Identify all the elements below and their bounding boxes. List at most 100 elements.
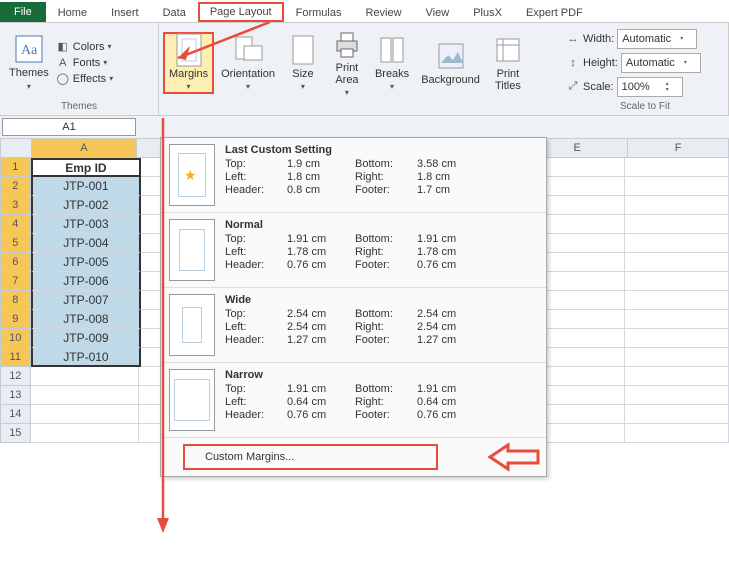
cell[interactable]: JTP-004 (31, 234, 142, 253)
cell[interactable] (625, 234, 729, 253)
margins-option-normal[interactable]: Normal Top:1.91 cmBottom:1.91 cm Left:1.… (161, 213, 546, 287)
margins-icon (173, 34, 205, 66)
tab-home[interactable]: Home (46, 4, 99, 22)
width-select[interactable]: Automatic▾ (617, 29, 697, 49)
scale-label: Scale: (583, 81, 614, 93)
cell[interactable]: JTP-001 (31, 177, 142, 196)
colors-button[interactable]: ◧Colors ▾ (56, 40, 113, 54)
background-icon (435, 40, 467, 72)
row-header[interactable]: 7 (0, 272, 31, 291)
col-header-a[interactable]: A (32, 139, 137, 158)
margins-option-wide[interactable]: Wide Top:2.54 cmBottom:2.54 cm Left:2.54… (161, 288, 546, 362)
tab-insert[interactable]: Insert (99, 4, 151, 22)
spinner-icon: ▴▾ (666, 81, 678, 93)
tab-formulas[interactable]: Formulas (284, 4, 354, 22)
cell[interactable] (625, 177, 729, 196)
cell[interactable] (625, 158, 729, 177)
row-header[interactable]: 13 (0, 386, 31, 405)
margin-title: Normal (225, 219, 538, 231)
tab-data[interactable]: Data (151, 4, 198, 22)
cell[interactable] (625, 348, 729, 367)
cell[interactable]: JTP-007 (31, 291, 142, 310)
cell[interactable] (625, 405, 729, 424)
print-titles-icon (492, 34, 524, 66)
cell[interactable]: JTP-009 (31, 329, 142, 348)
print-titles-button[interactable]: Print Titles (487, 31, 529, 95)
row-header[interactable]: 5 (0, 234, 31, 253)
margins-button[interactable]: Margins▾ (163, 32, 214, 94)
scale-icon: ⤢ (566, 80, 580, 94)
row-header[interactable]: 2 (0, 177, 31, 196)
row-header[interactable]: 9 (0, 310, 31, 329)
cell[interactable] (625, 329, 729, 348)
row-header[interactable]: 12 (0, 367, 31, 386)
cell[interactable] (31, 367, 139, 386)
size-button[interactable]: Size▾ (282, 31, 324, 95)
row-header[interactable]: 6 (0, 253, 31, 272)
cell[interactable] (625, 196, 729, 215)
margins-option-last[interactable]: ★ Last Custom Setting Top:1.9 cmBottom:3… (161, 138, 546, 212)
cell[interactable] (625, 253, 729, 272)
tab-plusx[interactable]: PlusX (461, 4, 514, 22)
cell[interactable] (625, 215, 729, 234)
effects-icon: ◯ (56, 72, 70, 86)
svg-text:Aa: Aa (21, 43, 38, 58)
tab-review[interactable]: Review (353, 4, 413, 22)
cell[interactable] (625, 291, 729, 310)
row-header[interactable]: 15 (0, 424, 31, 443)
cell[interactable] (31, 405, 139, 424)
tab-file[interactable]: File (0, 2, 46, 22)
cell[interactable]: Emp ID (31, 158, 142, 177)
margins-option-narrow[interactable]: Narrow Top:1.91 cmBottom:1.91 cm Left:0.… (161, 363, 546, 437)
cell[interactable] (625, 367, 729, 386)
cell[interactable] (625, 386, 729, 405)
custom-margins-button[interactable]: Custom Margins... (183, 444, 438, 470)
height-icon: ↕ (566, 56, 580, 70)
cell[interactable]: JTP-002 (31, 196, 142, 215)
col-header-f[interactable]: F (628, 139, 729, 158)
cell[interactable]: JTP-003 (31, 215, 142, 234)
cell[interactable]: JTP-010 (31, 348, 142, 367)
width-icon: ↔ (566, 32, 580, 46)
cell[interactable]: JTP-008 (31, 310, 142, 329)
cell[interactable] (31, 386, 139, 405)
row-header[interactable]: 3 (0, 196, 31, 215)
star-icon: ★ (184, 167, 197, 184)
row-header[interactable]: 11 (0, 348, 31, 367)
themes-icon: Aa (13, 33, 45, 65)
background-button[interactable]: Background (416, 37, 485, 89)
name-box[interactable]: A1 (2, 118, 136, 136)
breaks-button[interactable]: Breaks▾ (370, 31, 414, 95)
tab-page-layout[interactable]: Page Layout (198, 2, 284, 22)
cell[interactable] (31, 424, 139, 443)
tab-expert-pdf[interactable]: Expert PDF (514, 4, 595, 22)
chevron-down-icon: ▾ (680, 36, 692, 42)
margin-thumb-icon (169, 369, 215, 431)
cell[interactable] (625, 272, 729, 291)
cell[interactable]: JTP-005 (31, 253, 142, 272)
row-header[interactable]: 4 (0, 215, 31, 234)
row-header[interactable]: 8 (0, 291, 31, 310)
select-all[interactable] (0, 139, 32, 158)
printer-icon (331, 28, 363, 60)
height-select[interactable]: Automatic▾ (621, 53, 701, 73)
palette-icon: ◧ (56, 40, 70, 54)
effects-button[interactable]: ◯Effects ▾ (56, 72, 113, 86)
scale-input[interactable]: 100%▴▾ (617, 77, 683, 97)
cell[interactable] (625, 424, 729, 443)
row-header[interactable]: 14 (0, 405, 31, 424)
row-header[interactable]: 1 (0, 158, 31, 177)
cell[interactable]: JTP-006 (31, 272, 142, 291)
orientation-button[interactable]: Orientation▾ (216, 31, 280, 95)
fonts-button[interactable]: AFonts ▾ (56, 56, 113, 70)
chevron-down-icon: ▾ (27, 82, 31, 91)
chevron-down-icon: ▾ (684, 60, 696, 66)
row-header[interactable]: 10 (0, 329, 31, 348)
tab-view[interactable]: View (414, 4, 462, 22)
themes-button[interactable]: Aa Themes ▾ (4, 30, 54, 94)
font-icon: A (56, 56, 70, 70)
margin-thumb-icon: ★ (169, 144, 215, 206)
cell[interactable] (625, 310, 729, 329)
print-area-button[interactable]: Print Area▾ (326, 25, 368, 101)
themes-label: Themes (9, 67, 49, 79)
